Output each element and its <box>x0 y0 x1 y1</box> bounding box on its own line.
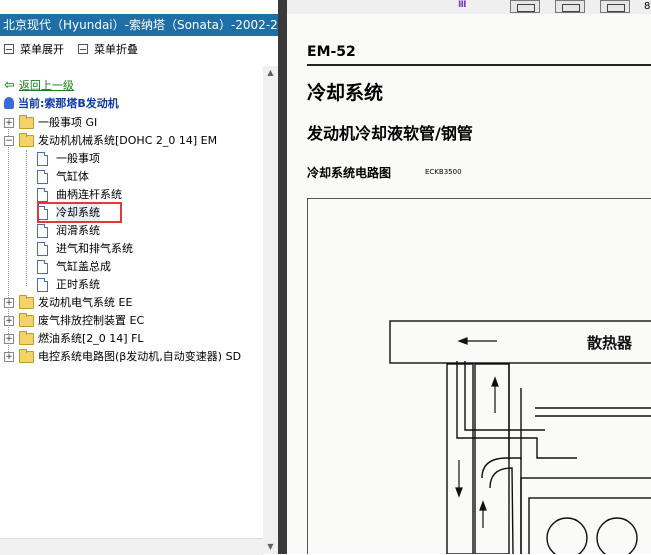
folder-icon <box>19 115 34 129</box>
toolbar-button[interactable] <box>600 0 630 13</box>
radiator-label: 散热器 <box>587 334 633 352</box>
flow-arrow <box>491 376 499 387</box>
tree-item-general[interactable]: + 一般事项 GI <box>0 114 260 131</box>
collapse-icon[interactable]: − <box>4 136 14 146</box>
folder-open-icon <box>19 133 34 147</box>
horizontal-scrollbar[interactable] <box>0 538 263 555</box>
tree-item-engine-electrical[interactable]: + 发动机电气系统 EE <box>0 294 260 311</box>
expand-icon[interactable]: + <box>4 352 14 362</box>
expand-icon[interactable]: + <box>4 316 14 326</box>
folder-icon <box>19 331 34 345</box>
tree-child-item[interactable]: 曲柄连杆系统 <box>0 186 260 203</box>
menu-icon <box>78 44 88 54</box>
arrow-left-icon: ⇦ <box>4 78 15 93</box>
document-icon <box>37 260 48 274</box>
document-view: EM-52 冷却系统 发动机冷却液软管/钢管 冷却系统电路图 ECKB3500 <box>287 14 651 554</box>
vertical-scrollbar[interactable]: ▲ ▼ <box>263 66 278 554</box>
tree-item-engine-mechanical[interactable]: − 发动机机械系统[DOHC 2_0 14] EM <box>0 132 260 149</box>
window-title: 北京现代（Hyundai）-索纳塔（Sonata）-2002-2005 <box>0 14 278 36</box>
pane-splitter[interactable] <box>278 0 287 554</box>
document-icon <box>37 278 48 292</box>
expand-icon[interactable]: + <box>4 298 14 308</box>
menu-row: 菜单展开 菜单折叠 <box>0 42 270 58</box>
hose-line <box>464 361 545 431</box>
cooling-diagram: 散热器 <box>307 198 651 554</box>
diagram-code: ECKB3500 <box>425 168 462 176</box>
navigation-pane: 北京现代（Hyundai）-索纳塔（Sonata）-2002-2005 菜单展开… <box>0 0 278 555</box>
tree-child-item[interactable]: 润滑系统 <box>0 222 260 239</box>
current-location: 当前:索那塔B发动机 <box>4 96 119 112</box>
cylinder <box>596 517 638 554</box>
folder-icon <box>19 313 34 327</box>
flow-arrow <box>479 500 487 511</box>
cylinder <box>546 517 588 554</box>
tree-item-fuel[interactable]: + 燃油系统[2_0 14] FL <box>0 330 260 347</box>
tree-item-ecu[interactable]: + 电控系统电路图(β发动机,自动变速器) SD <box>0 348 262 365</box>
tree-child-item[interactable]: 一般事项 <box>0 150 260 167</box>
scroll-up-icon[interactable]: ▲ <box>263 66 278 80</box>
page-number-fragment: 8 <box>644 1 651 12</box>
expand-menu-button[interactable]: 菜单展开 <box>4 42 64 58</box>
diagram-caption: 冷却系统电路图 <box>307 166 392 180</box>
toolbar <box>287 0 651 14</box>
selection-highlight <box>37 202 122 223</box>
toolbar-button[interactable] <box>555 0 585 13</box>
diagram-frame <box>307 198 651 554</box>
document-icon <box>37 224 48 238</box>
tree-item-emission[interactable]: + 废气排放控制装置 EC <box>0 312 260 329</box>
toolbar-button[interactable] <box>510 0 540 13</box>
menu-icon <box>4 44 14 54</box>
page-code: EM-52 <box>307 44 356 60</box>
document-icon <box>37 170 48 184</box>
pipe-block <box>446 363 474 554</box>
tree-child-item[interactable]: 气缸体 <box>0 168 260 185</box>
expand-icon[interactable]: + <box>4 118 14 128</box>
collapse-menu-button[interactable]: 菜单折叠 <box>78 42 138 58</box>
document-icon <box>37 152 48 166</box>
pipe-block <box>474 363 510 554</box>
toolbar-logo-icon: Ⅲ <box>458 0 467 10</box>
document-icon <box>37 188 48 202</box>
tree-child-item[interactable]: 正时系统 <box>0 276 260 293</box>
header-divider <box>307 64 651 66</box>
tree-child-item[interactable]: 进气和排气系统 <box>0 240 260 257</box>
flow-arrow <box>455 487 463 498</box>
section-subtitle: 发动机冷却液软管/钢管 <box>307 124 473 143</box>
flow-arrow <box>457 337 468 345</box>
document-icon <box>37 242 48 256</box>
back-link[interactable]: ⇦ 返回上一级 <box>4 78 74 94</box>
folder-icon <box>19 295 34 309</box>
section-title: 冷却系统 <box>307 82 384 104</box>
expand-icon[interactable]: + <box>4 334 14 344</box>
person-icon <box>4 97 14 109</box>
scroll-down-icon[interactable]: ▼ <box>263 540 278 554</box>
tree-child-item[interactable]: 气缸盖总成 <box>0 258 260 275</box>
hose-line <box>481 457 522 554</box>
folder-icon <box>19 349 34 363</box>
